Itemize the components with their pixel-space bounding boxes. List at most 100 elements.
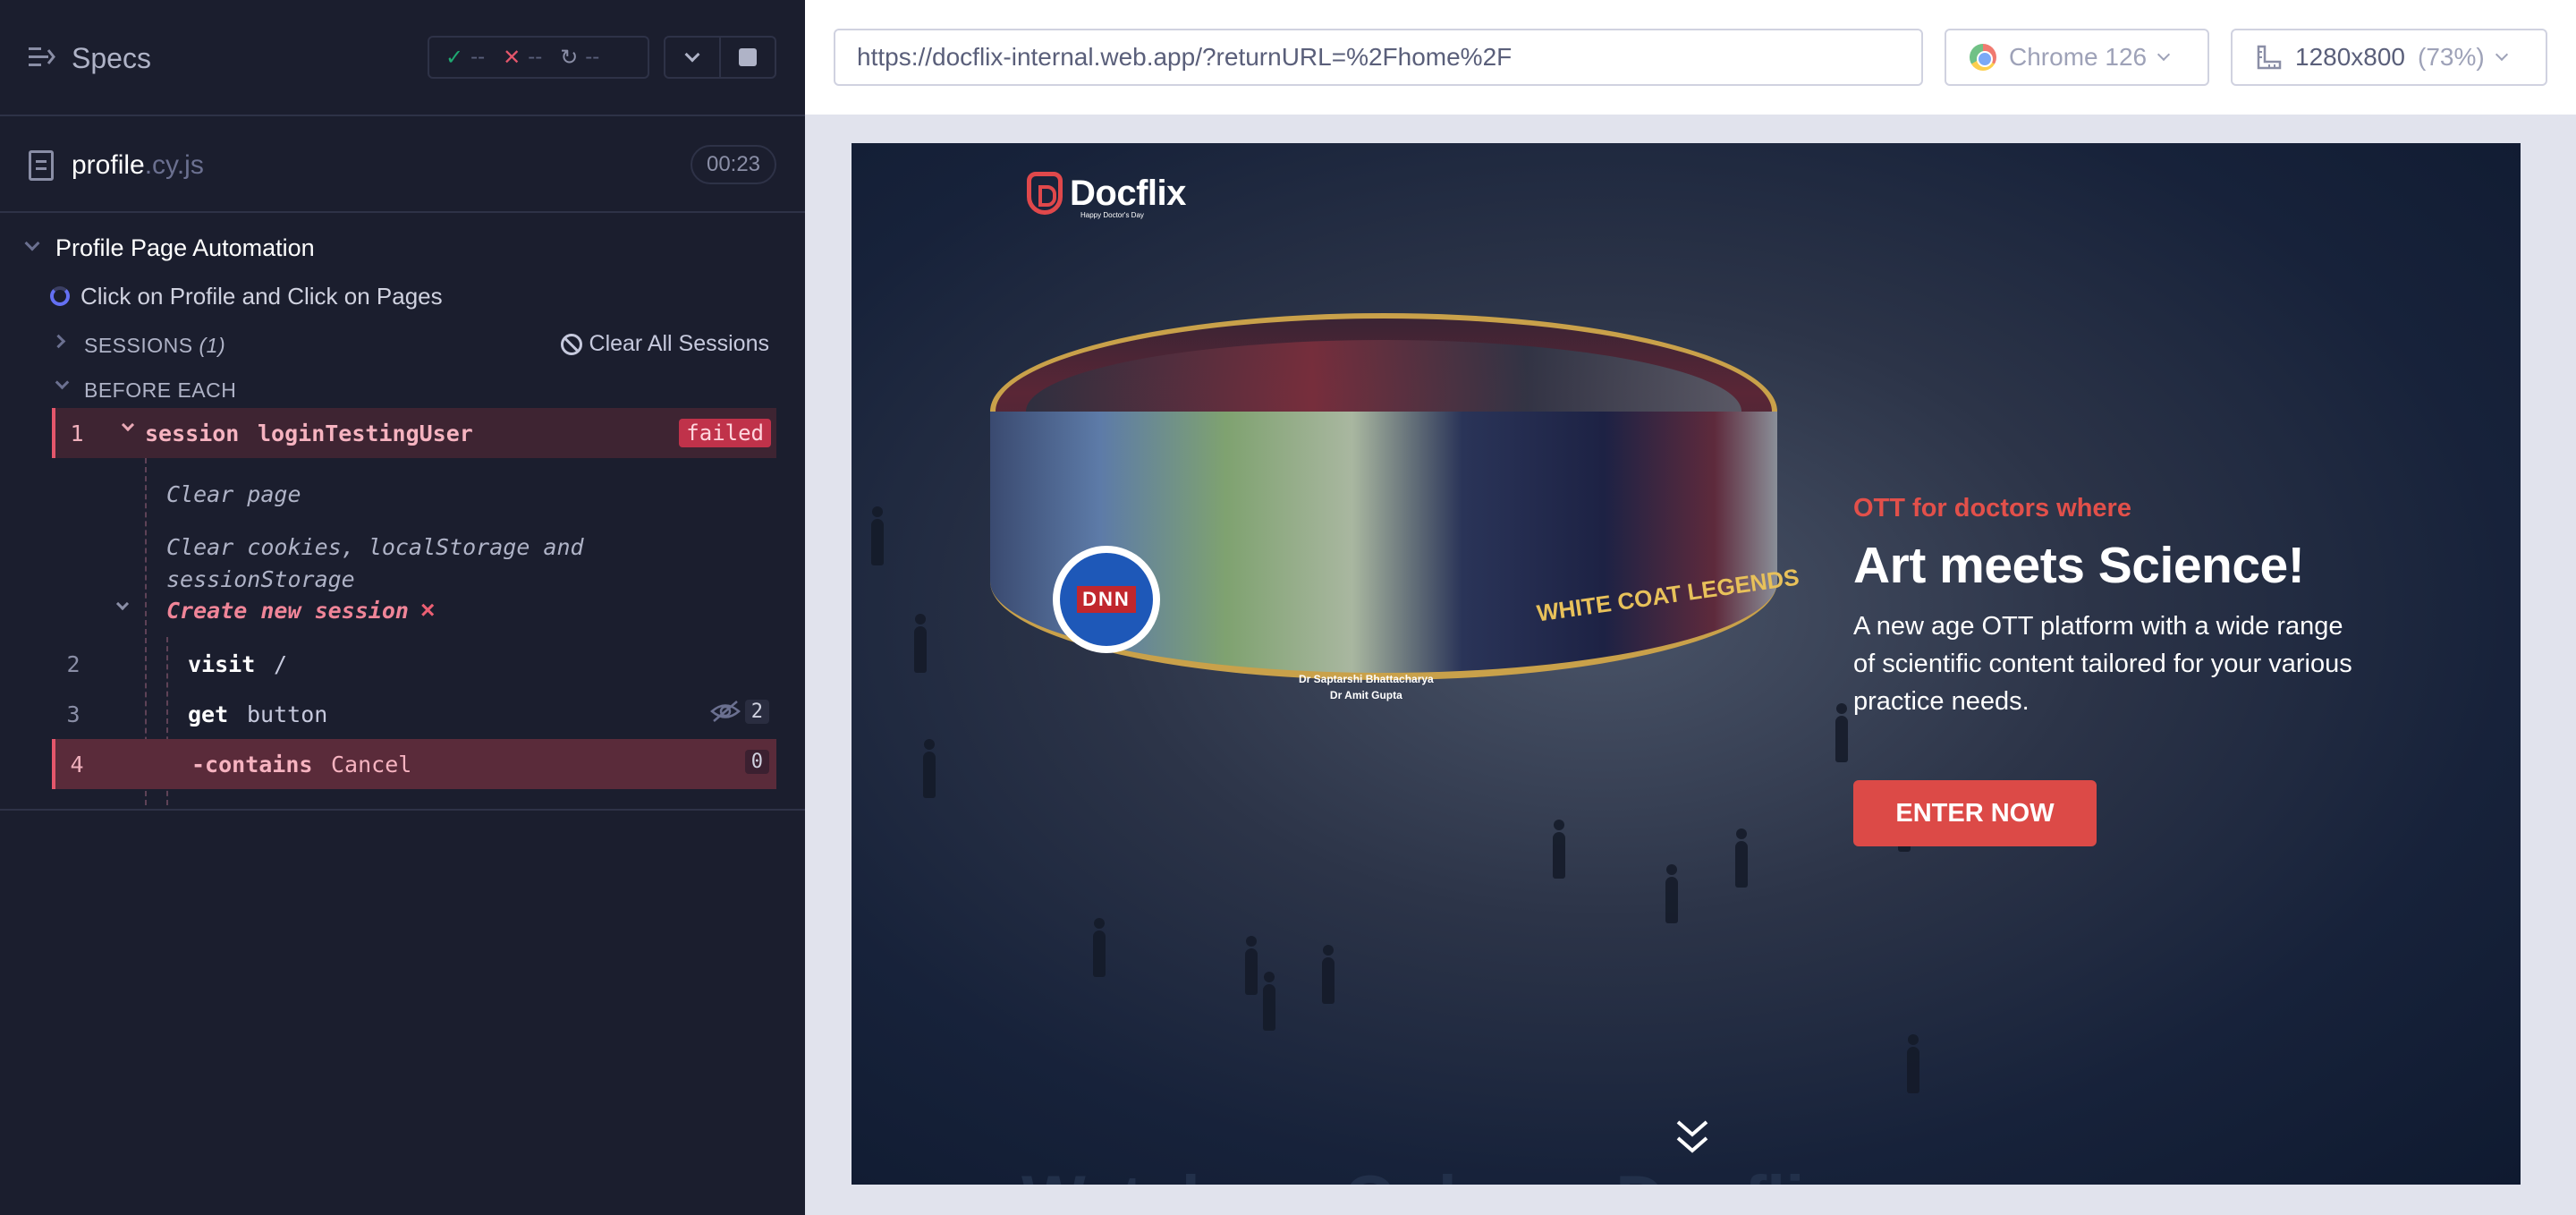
chrome-icon	[1970, 44, 1996, 71]
stop-button[interactable]	[721, 38, 775, 77]
chevron-down-icon[interactable]	[115, 597, 130, 611]
before-each-label: BEFORE EACH	[84, 378, 237, 402]
command-message: button	[247, 701, 328, 727]
command-get[interactable]: 3 get button 2	[52, 689, 776, 739]
command-name: session	[145, 421, 240, 446]
log-clear-page[interactable]: Clear page	[166, 481, 301, 507]
dnn-badge: DNN	[1053, 546, 1160, 653]
command-number: 3	[66, 701, 80, 727]
aut-header: https://docflix-internal.web.app/?return…	[805, 0, 2576, 115]
collapse-all-button[interactable]	[665, 38, 721, 77]
crowd-figure	[1553, 820, 1565, 879]
element-count-badge: 2	[744, 700, 769, 724]
hero-description: A new age OTT platform with a wide range…	[1853, 612, 2352, 716]
x-icon: ✕	[503, 45, 521, 70]
crowd-figure	[1665, 864, 1678, 923]
docflix-logo-mark-icon	[1027, 172, 1063, 215]
crowd-figure	[1263, 972, 1275, 1031]
app-iframe[interactable]: Docflix Happy Doctor's Day DNN WHITE COA…	[852, 143, 2521, 1185]
viewport-scale: (73%)	[2418, 43, 2485, 71]
test-suite: Profile Page Automation Click on Profile…	[0, 215, 805, 811]
hero-title: Art meets Science!	[1853, 537, 2305, 594]
spec-file-name[interactable]: profile.cy.js	[72, 150, 204, 181]
hero-rotunda-image: DNN WHITE COAT LEGENDS Dr Saptarshi Bhat…	[990, 313, 1801, 778]
suite-header[interactable]: Profile Page Automation	[0, 225, 805, 270]
caption-line: Dr Amit Gupta	[1329, 689, 1402, 701]
clear-all-sessions-label: Clear All Sessions	[589, 331, 769, 356]
pending-count: --	[585, 45, 600, 69]
crowd-figure	[1735, 828, 1748, 888]
rotunda-caption: Dr Saptarshi Bhattacharya Dr Amit Gupta	[1299, 671, 1434, 703]
specs-list-toggle-icon[interactable]	[29, 45, 55, 70]
sessions-section[interactable]: SESSIONS (1) Clear All Sessions	[0, 322, 805, 367]
chevron-down-icon	[55, 375, 70, 390]
passed-count: --	[470, 45, 486, 69]
command-name: -contains	[191, 752, 313, 777]
run-duration: 00:23	[691, 145, 776, 184]
error-x-icon: ×	[420, 596, 436, 624]
test-item[interactable]: Click on Profile and Click on Pages	[0, 274, 805, 319]
command-number: 4	[70, 752, 84, 777]
chevron-right-icon	[51, 334, 66, 349]
command-message: /	[274, 651, 288, 677]
block-icon	[560, 333, 582, 355]
failed-count: --	[528, 45, 543, 69]
check-icon: ✓	[445, 45, 464, 70]
command-number: 2	[66, 651, 80, 677]
crowd-figure	[1322, 945, 1335, 1004]
running-spinner-icon	[50, 286, 70, 306]
hero-text: OTT for doctors where Art meets Science!…	[1853, 494, 2408, 720]
sessions-label-text: SESSIONS	[84, 334, 193, 357]
spinner-icon: ↻	[560, 45, 579, 70]
command-session[interactable]: 1 session loginTestingUser failed	[52, 408, 776, 458]
chevron-down-icon	[684, 47, 700, 63]
chevron-down-icon	[24, 235, 40, 251]
chevron-down-icon	[121, 418, 135, 432]
clear-all-sessions-button[interactable]: Clear All Sessions	[560, 331, 769, 357]
crowd-figure	[914, 614, 927, 673]
scroll-down-chevron-icon[interactable]	[1674, 1118, 1710, 1158]
specs-title[interactable]: Specs	[72, 42, 151, 75]
viewport-size: 1280x800	[2295, 43, 2406, 71]
command-message: loginTestingUser	[258, 421, 473, 446]
log-create-new-session[interactable]: Create new session	[166, 598, 409, 624]
browser-selector[interactable]: Chrome 126	[1945, 29, 2209, 86]
failed-status-badge: failed	[679, 419, 771, 447]
command-visit[interactable]: 2 visit /	[52, 639, 776, 689]
spec-file-extension: .cy.js	[144, 150, 204, 180]
crowd-figure	[871, 506, 884, 565]
before-each-section[interactable]: BEFORE EACH	[0, 369, 805, 410]
element-count-badge: 0	[744, 750, 769, 774]
next-section-heading: Watch on Only on Docflix	[1021, 1161, 1843, 1185]
runner-controls	[664, 36, 776, 79]
caption-line: Dr Saptarshi Bhattacharya	[1299, 673, 1434, 685]
chevron-down-icon	[2157, 47, 2171, 62]
docflix-logo[interactable]: Docflix Happy Doctor's Day	[1027, 172, 1186, 219]
pending-stat: ↻ --	[560, 45, 599, 71]
command-name: get	[188, 701, 229, 727]
crowd-figure	[1907, 1034, 1919, 1093]
logo-text: Docflix	[1070, 173, 1186, 213]
command-message: Cancel	[331, 752, 412, 777]
hero-kicker: OTT for doctors where	[1853, 494, 2131, 523]
stop-icon	[739, 48, 757, 66]
crowd-figure	[1245, 936, 1258, 995]
passed-stat: ✓ --	[445, 45, 485, 71]
log-clear-storage[interactable]: Clear cookies, localStorage and sessionS…	[166, 531, 614, 596]
command-log-panel: Specs ✓ -- ✕ -- ↻ -- profile.cy.js 00:23…	[0, 0, 805, 1215]
enter-now-button[interactable]: ENTER NOW	[1853, 780, 2097, 846]
crowd-figure	[1093, 918, 1106, 977]
chevron-down-icon	[2495, 47, 2508, 62]
command-number: 1	[70, 421, 84, 446]
viewport-info[interactable]: 1280x800 (73%)	[2231, 29, 2547, 86]
failed-stat: ✕ --	[503, 45, 542, 71]
suite-title: Profile Page Automation	[55, 234, 315, 261]
crowd-figure	[1835, 703, 1848, 762]
command-contains[interactable]: 4 -contains Cancel 0	[52, 739, 776, 789]
command-name: visit	[188, 651, 256, 677]
test-stats: ✓ -- ✕ -- ↻ --	[428, 36, 649, 79]
dnn-badge-text: DNN	[1077, 586, 1136, 613]
url-bar[interactable]: https://docflix-internal.web.app/?return…	[834, 29, 1923, 86]
ruler-icon	[2257, 45, 2282, 70]
sessions-count: (1)	[199, 334, 226, 357]
